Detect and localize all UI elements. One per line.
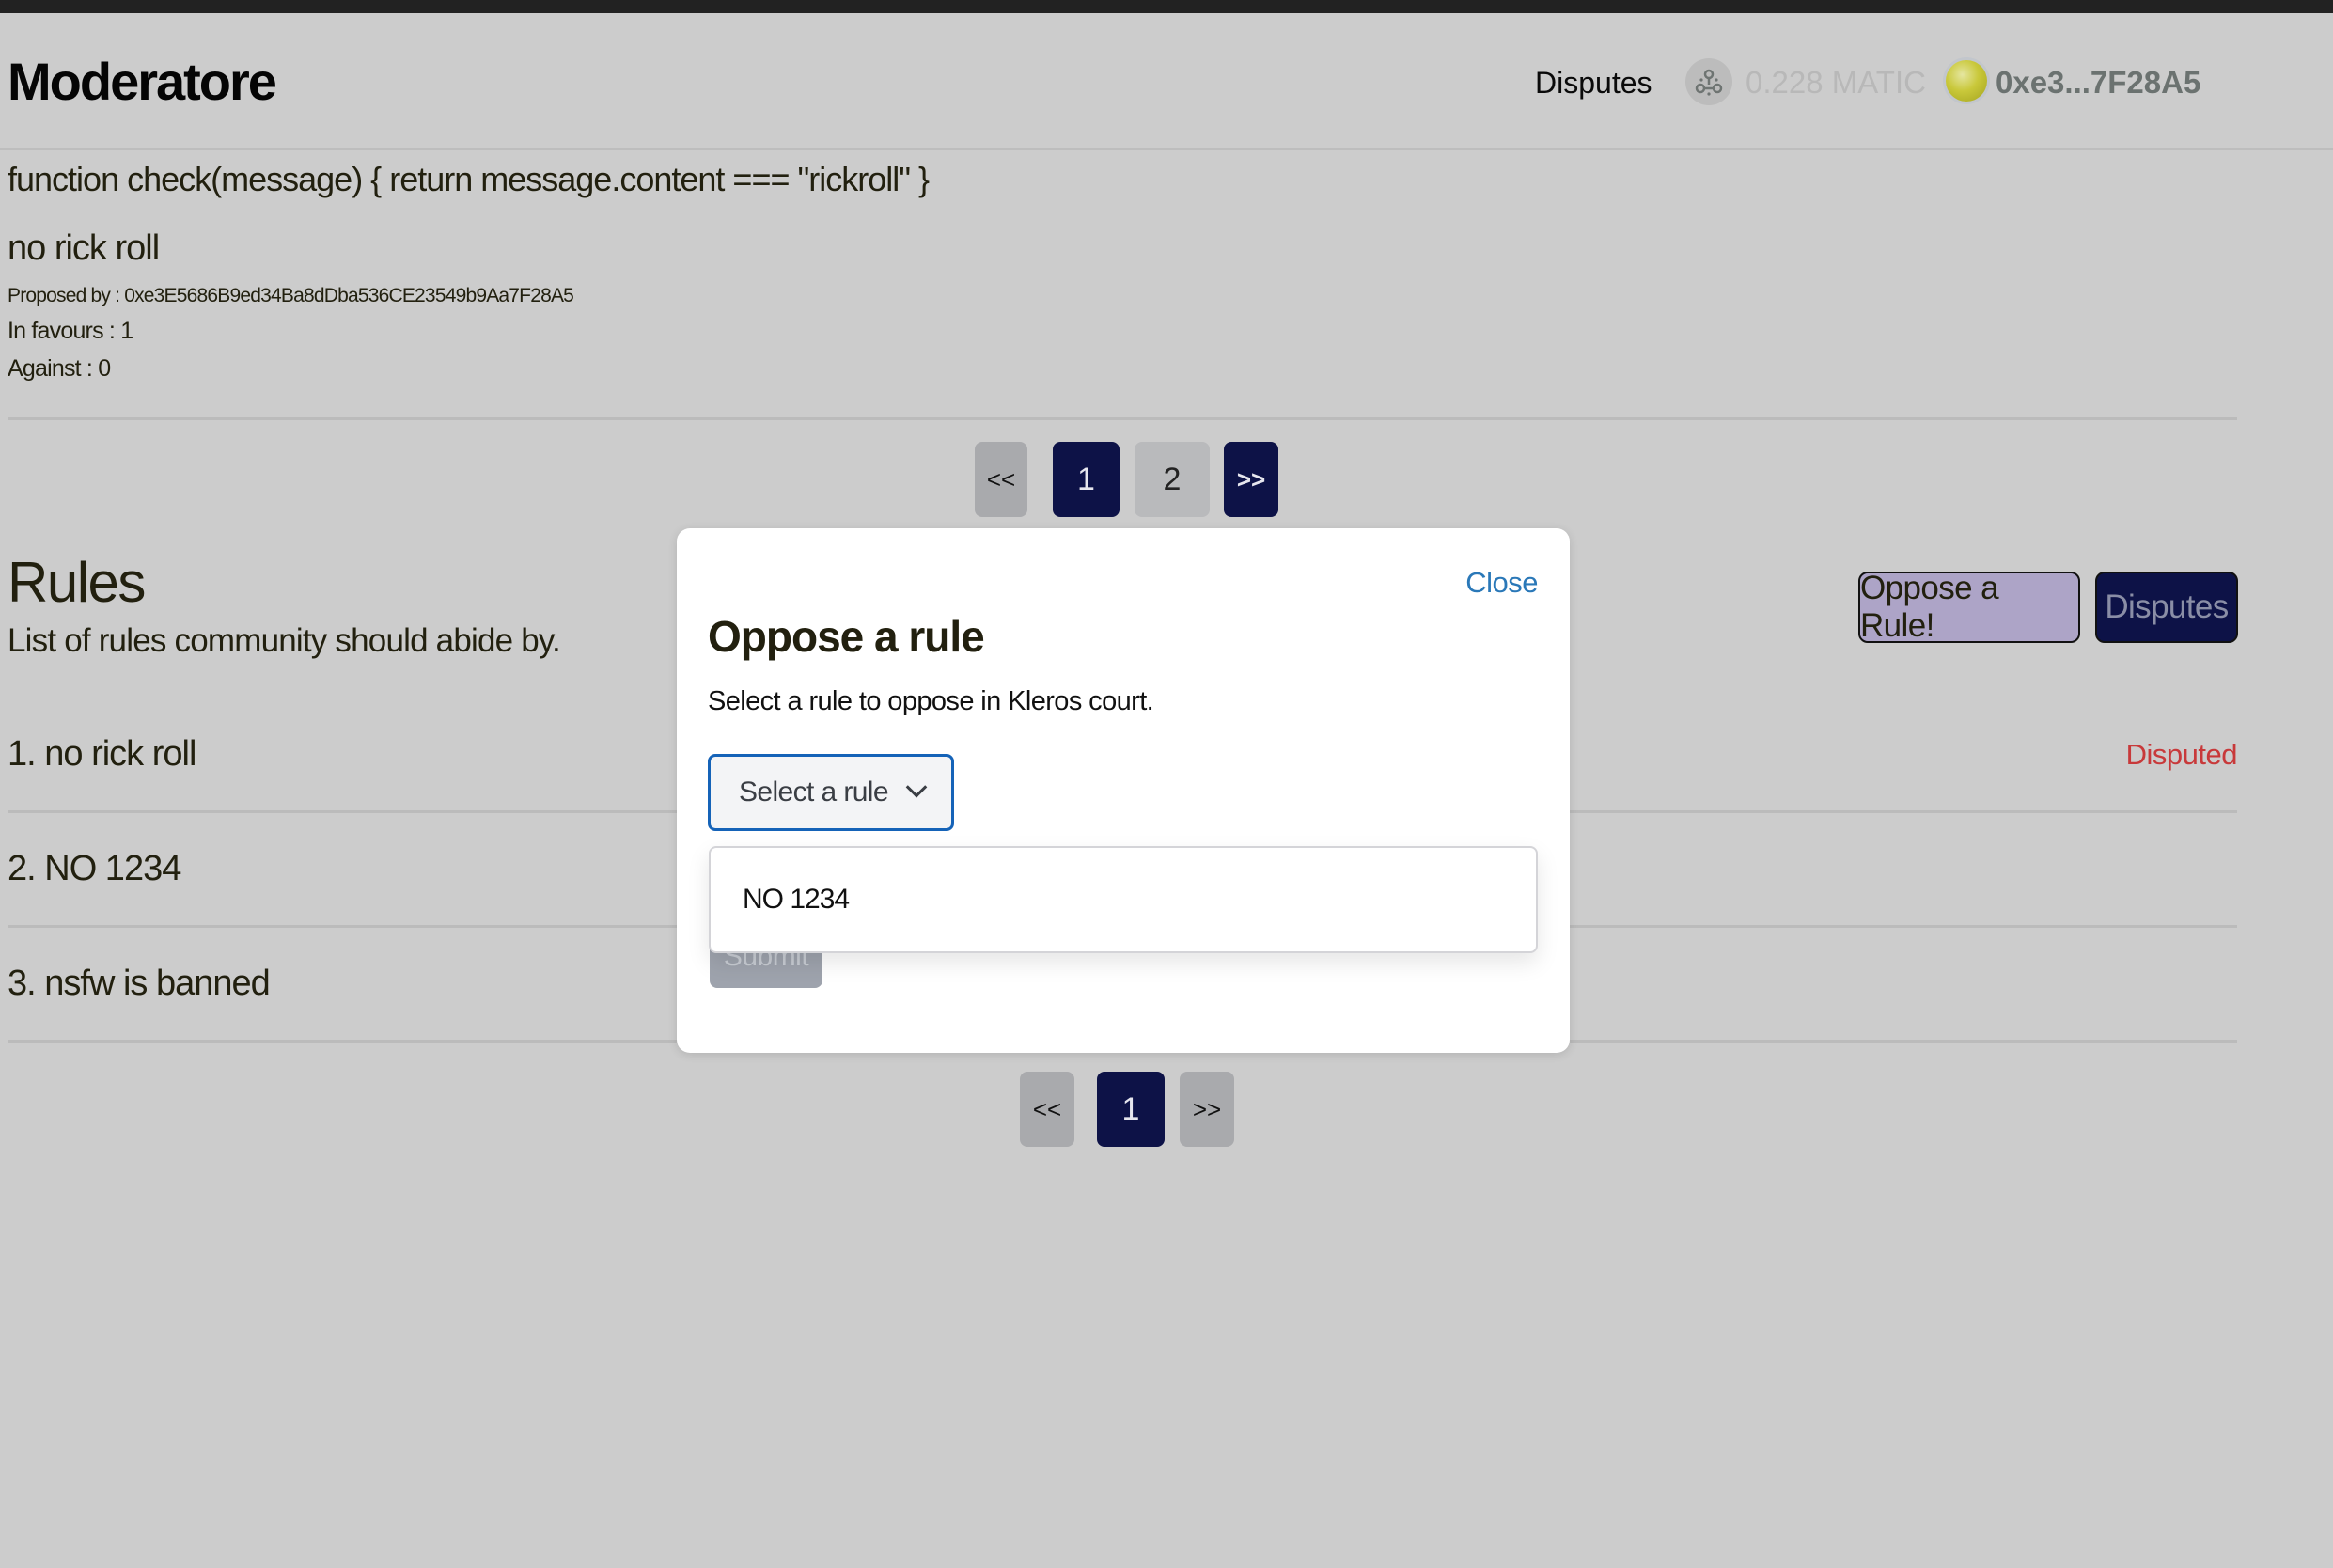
wallet-address[interactable]: 0xe3...7F28A5 [1996, 65, 2200, 101]
polygon-network-icon[interactable] [1685, 58, 1732, 105]
proposal-votes-against: Against : 0 [8, 355, 111, 382]
rules-subtitle: List of rules community should abide by. [8, 622, 561, 659]
oppose-rule-modal: Close Oppose a rule Select a rule to opp… [677, 528, 1570, 1053]
rule-select-dropdown: NO 1234 [709, 846, 1538, 953]
rule-label: 3. nsfw is banned [8, 964, 271, 1003]
rule-option[interactable]: NO 1234 [743, 884, 850, 916]
pagination-page-1-button[interactable]: 1 [1053, 442, 1120, 517]
rule-select-value: Select a rule [739, 776, 889, 808]
rule-label: 1. no rick roll [8, 734, 196, 774]
divider [8, 417, 2237, 420]
proposal-function-code: function check(message) { return message… [8, 160, 930, 198]
modal-description: Select a rule to oppose in Kleros court. [708, 686, 1154, 716]
wallet-balance[interactable]: 0.228 MATIC [1746, 65, 1926, 101]
proposal-proposer: Proposed by : 0xe3E5686B9ed34Ba8dDba536C… [8, 285, 574, 306]
rule-label: 2. NO 1234 [8, 849, 181, 888]
browser-top-bar [0, 0, 2333, 13]
pagination-prev-button[interactable]: << [975, 442, 1027, 517]
chevron-down-icon [905, 776, 928, 798]
disputes-button[interactable]: Disputes [2095, 572, 2238, 643]
pagination-next-button[interactable]: >> [1224, 442, 1278, 517]
rules-heading: Rules [8, 551, 146, 614]
nav-disputes-link[interactable]: Disputes [1535, 66, 1652, 101]
brand-logo[interactable]: Moderatore [8, 51, 277, 112]
pagination-page-1-button[interactable]: 1 [1097, 1072, 1165, 1147]
rule-status-badge: Disputed [2125, 738, 2238, 771]
oppose-rule-button[interactable]: Oppose a Rule! [1858, 570, 2080, 644]
rule-select[interactable]: Select a rule [708, 754, 954, 831]
proposal-title: no rick roll [8, 228, 160, 268]
modal-close-button[interactable]: Close [1465, 566, 1538, 600]
wallet-avatar-icon[interactable] [1946, 60, 1987, 102]
modal-title: Oppose a rule [708, 612, 985, 661]
proposal-votes-in-favour: In favours : 1 [8, 318, 133, 344]
pagination-next-button[interactable]: >> [1180, 1072, 1234, 1147]
pagination-prev-button[interactable]: << [1020, 1072, 1074, 1147]
pagination-page-2-button[interactable]: 2 [1135, 442, 1210, 517]
site-header: Moderatore Disputes 0.228 MATIC 0xe3...7… [0, 13, 2333, 150]
